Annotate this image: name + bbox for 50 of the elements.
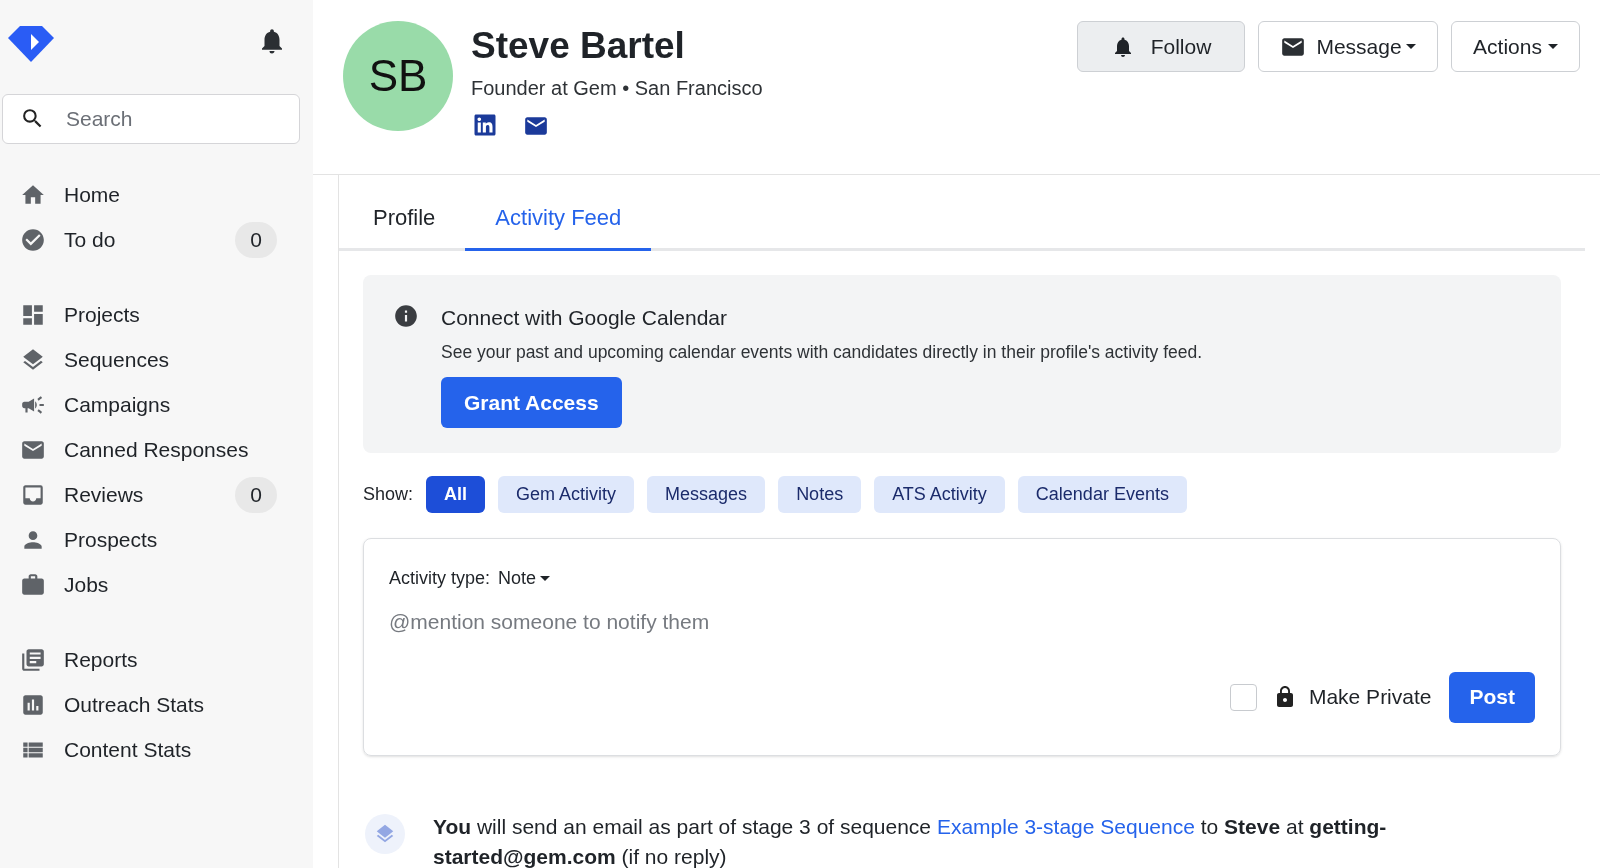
layers-icon: [374, 823, 396, 845]
sequence-link[interactable]: Example 3-stage Sequence: [936, 815, 1195, 838]
count-badge: 0: [235, 221, 277, 258]
tab[interactable]: Profile: [343, 178, 466, 251]
filter-chip[interactable]: Calendar Events: [1017, 476, 1187, 513]
profile-subtitle: Founder at Gem • San Francisco: [471, 76, 764, 101]
avatar: SB: [343, 21, 453, 131]
nav-item[interactable]: Content Stats: [0, 727, 313, 772]
filter-chip[interactable]: ATS Activity: [874, 476, 1005, 513]
count-badge: 0: [235, 476, 277, 513]
actions-button[interactable]: Actions: [1451, 21, 1580, 72]
nav-item[interactable]: Canned Responses: [0, 427, 313, 472]
nav-item[interactable]: Jobs: [0, 562, 313, 607]
document-stack-icon: [20, 646, 46, 673]
follow-button[interactable]: Follow: [1077, 21, 1245, 72]
feed-entry-text: You will send an email as part of stage 3 of sequence Example 3-stage Sequence to Steve at getting-started@gem.com (if no reply): [433, 814, 1388, 868]
message-button[interactable]: Message: [1258, 21, 1438, 72]
nav-item[interactable]: Reports: [0, 637, 313, 682]
caret-icon: [1547, 44, 1558, 49]
make-private-label: Make Private: [1308, 684, 1432, 711]
linkedin-icon[interactable]: [473, 113, 497, 137]
info-icon: [393, 303, 419, 329]
grant-access-button[interactable]: Grant Access: [441, 377, 622, 429]
banner-title: Connect with Google Calendar: [441, 305, 727, 331]
private-checkbox[interactable]: [1229, 683, 1257, 711]
tab[interactable]: Activity Feed: [465, 178, 652, 251]
nav-item[interactable]: Prospects: [0, 517, 313, 562]
search-field[interactable]: Search: [2, 94, 300, 144]
caret-icon: [540, 576, 551, 581]
profile-name: Steve Bartel: [471, 24, 686, 68]
nav-item[interactable]: Home: [0, 172, 313, 217]
logo-icon[interactable]: [8, 26, 54, 62]
filter-chip[interactable]: All: [426, 476, 486, 513]
nav-item[interactable]: To do 0: [0, 217, 313, 262]
filter-label: Show:: [363, 483, 414, 506]
nav-item[interactable]: Projects: [0, 292, 313, 337]
caret-icon: [1405, 44, 1416, 49]
briefcase-icon: [20, 571, 46, 598]
activity-type-label: Activity type:: [389, 567, 491, 590]
nav-item[interactable]: Outreach Stats: [0, 682, 313, 727]
filter-chip[interactable]: Notes: [778, 476, 862, 513]
note-input[interactable]: @mention someone to notify them: [389, 606, 1535, 638]
filter-chip[interactable]: Gem Activity: [498, 476, 635, 513]
filter-chip[interactable]: Messages: [647, 476, 766, 513]
activity-type-dropdown[interactable]: Note: [498, 565, 551, 592]
nav-item[interactable]: Campaigns: [0, 382, 313, 427]
nav-item[interactable]: Sequences: [0, 337, 313, 382]
banner-text: See your past and upcoming calendar events with candidates directly in their profile's activity feed.: [441, 341, 1203, 364]
post-button[interactable]: Post: [1449, 671, 1535, 723]
nav-item[interactable]: Reviews 0: [0, 472, 313, 517]
